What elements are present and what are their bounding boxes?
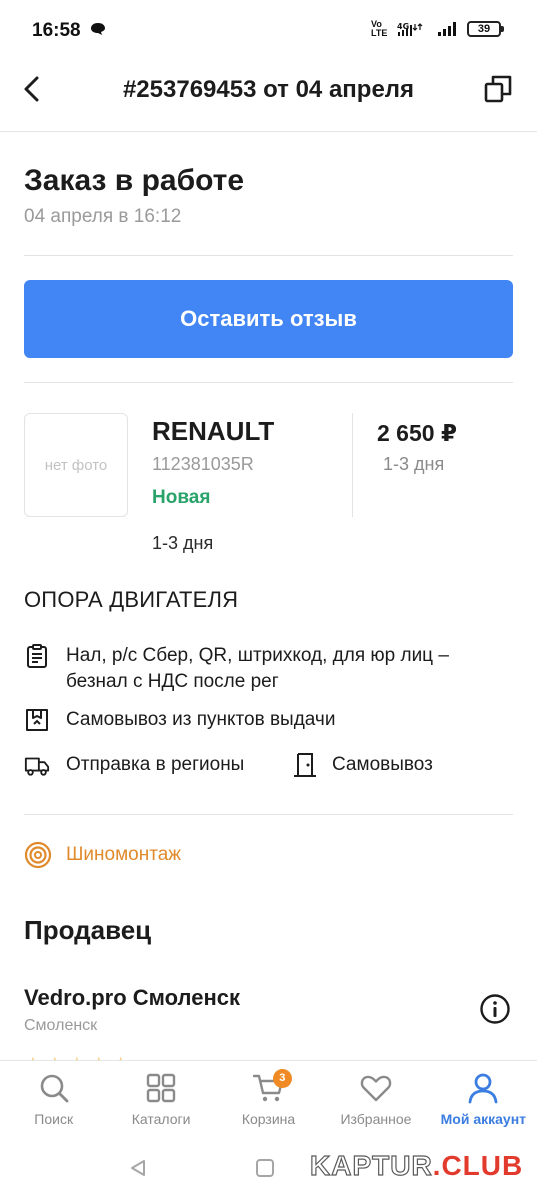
divider [24, 814, 513, 815]
signal-4g-icon: 4G [397, 22, 423, 36]
item-delivery-time: 1-3 дня [152, 533, 214, 553]
user-icon [468, 1073, 498, 1104]
nav-catalogs-label: Каталоги [131, 1111, 191, 1127]
status-indicators: Vo LTE 4G 39 [371, 19, 504, 38]
item-condition: Новая [152, 487, 211, 508]
nav-favorites[interactable]: Избранное [322, 1061, 429, 1142]
divider [24, 255, 513, 256]
nav-favorites-label: Избранное [340, 1111, 412, 1127]
item-price: 2 650 ₽ [377, 420, 457, 446]
system-back-icon[interactable] [128, 1158, 148, 1178]
door-icon [294, 753, 316, 777]
bottom-navigation: Поиск Каталоги 3 Корзина Избранное Мой а… [0, 1060, 537, 1142]
status-time: 16:58 [32, 20, 81, 41]
heart-icon [360, 1075, 392, 1102]
watermark-part2: CLUB [441, 1150, 524, 1181]
order-date: 04 апреля в 16:12 [24, 206, 182, 227]
cart-badge: 3 [272, 1069, 292, 1088]
seller-heading: Продавец [24, 915, 152, 945]
nav-my-account-label: Мой аккаунт [440, 1111, 527, 1127]
tire-service-link[interactable]: Шиномонтаж [66, 844, 181, 866]
info-icon[interactable] [479, 993, 511, 1025]
pickup-points: Самовывоз из пунктов выдачи [66, 709, 336, 730]
clipboard-icon [27, 644, 47, 668]
nav-catalogs[interactable]: Каталоги [107, 1061, 214, 1142]
nav-my-account[interactable]: Мой аккаунт [430, 1061, 537, 1142]
watermark-logo: KAPTUR.CLUB [309, 1149, 524, 1182]
item-brand: RENAULT [152, 416, 275, 446]
appbar-divider [0, 131, 537, 132]
payment-methods: Нал, р/с Сбер, QR, штрихкод, для юр лиц … [66, 645, 449, 692]
order-status-title: Заказ в работе [24, 164, 245, 197]
message-icon [91, 23, 105, 35]
package-icon [26, 709, 48, 731]
watermark-part1: KAPTUR [309, 1149, 433, 1181]
seller-name[interactable]: Vedro.pro Смоленск [24, 985, 240, 1011]
no-photo-label: нет фото [44, 456, 108, 474]
nav-search[interactable]: Поиск [0, 1061, 107, 1142]
battery-indicator: 39 [467, 21, 504, 37]
truck-icon [24, 757, 50, 776]
self-pickup: Самовывоз [332, 754, 433, 775]
nav-cart[interactable]: 3 Корзина [215, 1061, 322, 1142]
nav-cart-label: Корзина [241, 1111, 296, 1127]
nav-search-label: Поиск [34, 1111, 74, 1127]
tire-icon[interactable] [24, 841, 52, 869]
seller-city: Смоленск [24, 1017, 98, 1034]
part-name: ОПОРА ДВИГАТЕЛЯ [24, 587, 239, 612]
item-photo-placeholder: нет фото [24, 413, 128, 517]
leave-review-button[interactable]: Оставить отзыв [24, 280, 513, 358]
grid-icon [146, 1073, 176, 1103]
search-icon [40, 1074, 69, 1103]
copy-icon[interactable] [483, 74, 513, 104]
system-home-button[interactable] [256, 1159, 274, 1177]
item-article: 112381035R [152, 454, 254, 474]
vertical-divider [352, 413, 353, 517]
page-title: #253769453 от 04 апреля [122, 76, 415, 103]
shipping-to-regions: Отправка в регионы [66, 754, 245, 775]
divider [24, 382, 513, 383]
price-delivery-time: 1-3 дня [383, 454, 445, 474]
signal-bars-icon [438, 22, 456, 36]
volte-indicator: Vo LTE [371, 19, 388, 38]
